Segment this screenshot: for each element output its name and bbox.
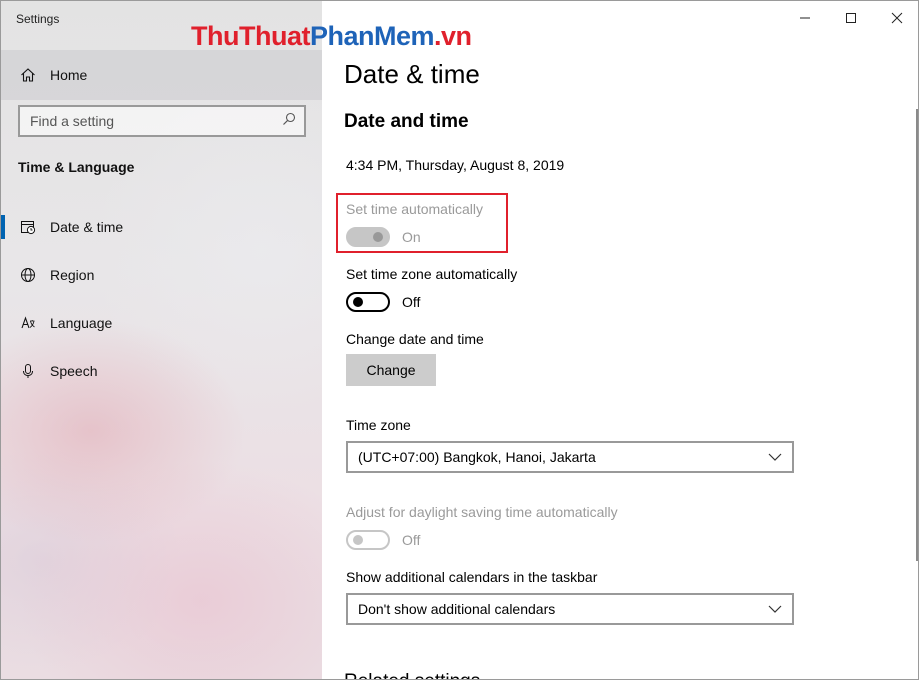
- window-controls: [782, 1, 918, 35]
- change-date-time-label: Change date and time: [346, 331, 484, 347]
- related-settings-title: Related settings: [344, 671, 480, 679]
- microphone-icon: [19, 362, 37, 380]
- calendars-value: Don't show additional calendars: [358, 601, 556, 617]
- set-timezone-auto-row: Off: [346, 292, 420, 312]
- calendars-label: Show additional calendars in the taskbar: [346, 569, 598, 585]
- chevron-down-icon: [768, 453, 782, 461]
- window-title: Settings: [16, 12, 60, 26]
- sidebar-item-label: Speech: [50, 363, 98, 379]
- home-icon: [19, 66, 37, 84]
- search-icon[interactable]: [282, 112, 296, 131]
- nav-list: Date & time Region Language Speech: [1, 203, 322, 395]
- sidebar-item-speech[interactable]: Speech: [1, 347, 322, 395]
- search-input[interactable]: [30, 113, 282, 129]
- set-time-auto-label: Set time automatically: [346, 201, 483, 217]
- globe-icon: [19, 266, 37, 284]
- sidebar-item-language[interactable]: Language: [1, 299, 322, 347]
- watermark-part: ThuThuat: [191, 21, 310, 51]
- watermark-part: .vn: [434, 21, 472, 51]
- daylight-label: Adjust for daylight saving time automati…: [346, 504, 618, 520]
- calendar-clock-icon: [19, 218, 37, 236]
- main-panel: Date & time Date and time 4:34 PM, Thurs…: [322, 1, 918, 679]
- time-zone-value: (UTC+07:00) Bangkok, Hanoi, Jakarta: [358, 449, 596, 465]
- current-time: 4:34 PM, Thursday, August 8, 2019: [346, 157, 565, 173]
- maximize-button[interactable]: [828, 1, 874, 35]
- search-box[interactable]: [18, 105, 306, 137]
- set-time-auto-state: On: [402, 229, 421, 245]
- set-time-auto-row: On: [346, 227, 421, 247]
- change-button[interactable]: Change: [346, 354, 436, 386]
- sidebar: Settings Home Time & Language Date & tim…: [1, 1, 322, 679]
- set-timezone-auto-toggle[interactable]: [346, 292, 390, 312]
- sidebar-item-label: Region: [50, 267, 95, 283]
- set-timezone-auto-label: Set time zone automatically: [346, 266, 518, 282]
- set-time-auto-toggle[interactable]: [346, 227, 390, 247]
- language-icon: [19, 314, 37, 332]
- minimize-button[interactable]: [782, 1, 828, 35]
- home-label: Home: [50, 67, 88, 83]
- sidebar-item-label: Date & time: [50, 219, 124, 235]
- close-icon: [891, 12, 903, 24]
- maximize-icon: [846, 13, 856, 23]
- watermark-logo: ThuThuatPhanMem.vn: [191, 21, 472, 52]
- sidebar-item-region[interactable]: Region: [1, 251, 322, 299]
- chevron-down-icon: [768, 605, 782, 613]
- section-heading: Time & Language: [18, 159, 135, 175]
- section-title: Date and time: [344, 111, 469, 132]
- close-button[interactable]: [874, 1, 918, 35]
- time-zone-label: Time zone: [346, 417, 411, 433]
- daylight-toggle[interactable]: [346, 530, 390, 550]
- minimize-icon: [800, 17, 810, 19]
- daylight-state: Off: [402, 532, 421, 548]
- sidebar-item-home[interactable]: Home: [1, 50, 322, 100]
- page-title: Date & time: [344, 59, 480, 89]
- settings-window: Settings Home Time & Language Date & tim…: [0, 0, 919, 680]
- sidebar-item-date-time[interactable]: Date & time: [1, 203, 322, 251]
- daylight-row: Off: [346, 530, 420, 550]
- set-timezone-auto-state: Off: [402, 294, 421, 310]
- watermark-part: PhanMem: [309, 21, 435, 51]
- sidebar-item-label: Language: [50, 315, 113, 331]
- time-zone-select[interactable]: (UTC+07:00) Bangkok, Hanoi, Jakarta: [346, 441, 794, 473]
- calendars-select[interactable]: Don't show additional calendars: [346, 593, 794, 625]
